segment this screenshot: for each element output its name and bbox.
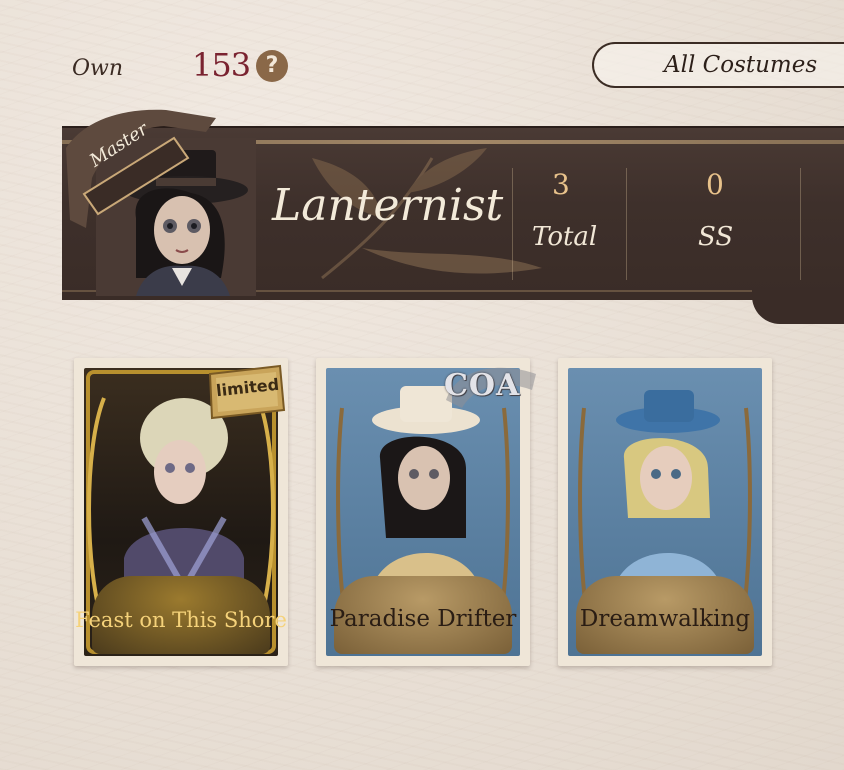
stat-divider: [626, 168, 627, 280]
stat-divider: [800, 168, 801, 280]
stat-ss-value: 0: [706, 168, 724, 201]
costume-card-dreamwalking[interactable]: Dreamwalking: [558, 358, 772, 666]
costume-name: Feast on This Shore: [75, 608, 287, 632]
banner-tab: [752, 290, 844, 324]
owned-costume-count: 153: [192, 46, 251, 84]
character-name: Lanternist: [272, 180, 504, 231]
costume-filter-label: All Costumes: [664, 52, 818, 78]
costume-name: Dreamwalking: [579, 606, 751, 632]
stat-total-value: 3: [552, 168, 570, 201]
stat-ss-label: SS: [698, 222, 734, 252]
costume-name: Paradise Drifter: [329, 606, 517, 632]
coa-badge-label: COA: [444, 368, 521, 403]
costume-filter-button[interactable]: All Costumes: [592, 42, 844, 88]
stat-divider: [512, 168, 513, 280]
help-icon[interactable]: ?: [256, 50, 288, 82]
stat-total-label: Total: [532, 222, 598, 252]
own-label: Own: [72, 56, 124, 81]
character-portrait: [96, 138, 256, 296]
